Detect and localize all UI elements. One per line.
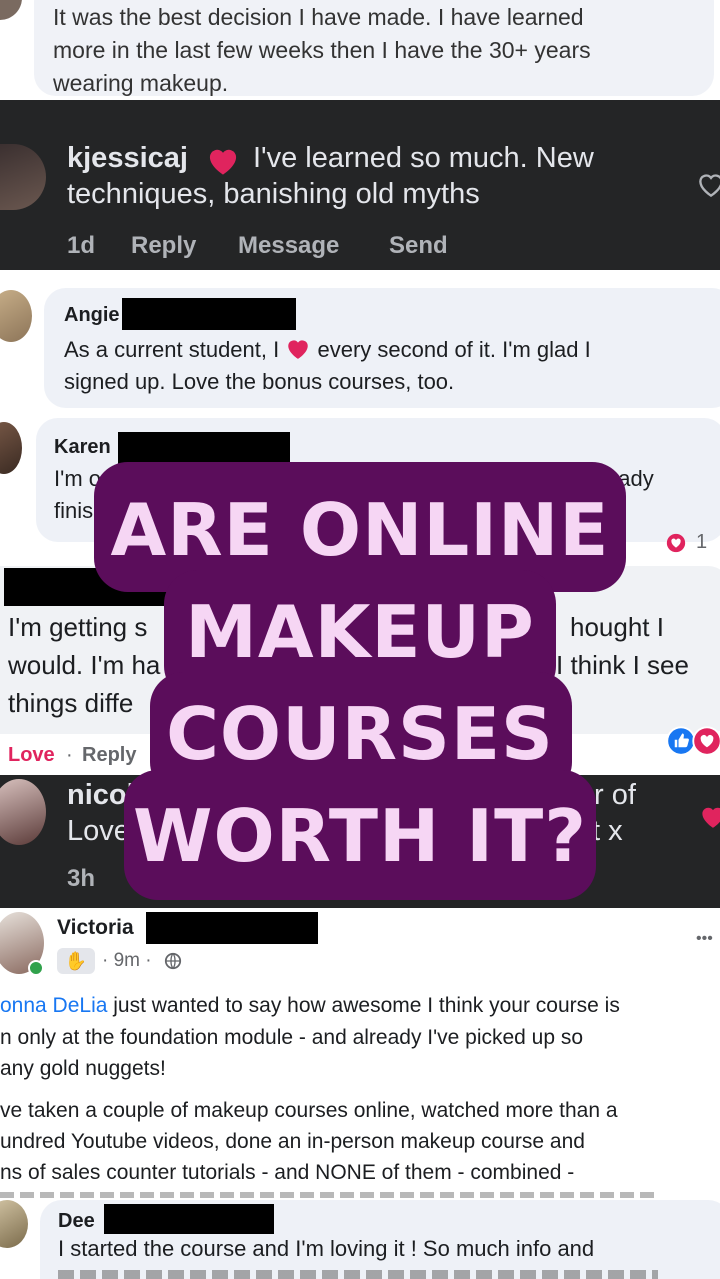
comment-panel-1: It was the best decision I have made. I …: [0, 0, 720, 100]
post-author[interactable]: Victoria: [57, 916, 134, 940]
mention-link[interactable]: onna DeLia: [0, 994, 107, 1017]
comment-text-segment: every second of it. I'm glad I: [317, 337, 591, 362]
heart-emoji-icon: [209, 149, 237, 175]
redaction-bar: [146, 912, 318, 944]
title-overlay-line: COURSES: [166, 692, 554, 776]
comment-text-line: techniques, banishing old myths: [67, 178, 480, 210]
title-overlay-line: ARE ONLINE: [110, 488, 610, 572]
comment-text-line: more in the last few weeks then I have t…: [53, 37, 591, 63]
post-time: · 9m ·: [102, 950, 152, 971]
post-text-line: undred Youtube videos, done an in-person…: [0, 1130, 585, 1153]
comment-author[interactable]: Angie: [64, 304, 120, 327]
redaction-bar: [118, 432, 290, 464]
comment-text-line: It was the best decision I have made. I …: [53, 4, 584, 30]
redaction-bar: [104, 1204, 274, 1234]
comment-text-segment: As a current student, I: [64, 337, 280, 362]
avatar: [0, 144, 46, 210]
cut-off-text-line: [58, 1270, 658, 1279]
avatar: [0, 422, 22, 474]
title-overlay-line: WORTH IT?: [133, 794, 587, 878]
comment-panel-8: Dee I started the course and I'm loving …: [0, 1198, 720, 1279]
comment-author[interactable]: Dee: [58, 1210, 95, 1233]
comment-panel-3: Angie As a current student, I every seco…: [0, 270, 720, 410]
comment-panel-2: kjessicaj I've learned so much. New tech…: [0, 100, 720, 270]
post-text-line: n only at the foundation module - and al…: [0, 1026, 584, 1049]
more-options-icon[interactable]: •••: [696, 930, 713, 948]
comment-text-line: wearing makeup.: [53, 70, 229, 96]
heart-emoji-icon: [288, 340, 309, 359]
comment-time: 1d: [67, 232, 96, 259]
comment-text-line: As a current student, I every second of …: [64, 336, 591, 363]
redaction-bar: [122, 298, 296, 330]
avatar: [0, 290, 32, 342]
post-text-line: ns of sales counter tutorials - and NONE…: [0, 1161, 575, 1184]
message-link[interactable]: Message: [238, 232, 339, 260]
comment-text-line: signed up. Love the bonus courses, too.: [64, 369, 455, 394]
globe-icon: [164, 952, 182, 970]
post-text-segment: just wanted to say how awesome I think y…: [107, 994, 620, 1017]
reply-link[interactable]: Reply: [131, 232, 196, 260]
comment-text-line: I started the course and I'm loving it !…: [58, 1236, 595, 1261]
title-overlay-line: MAKEUP: [185, 590, 535, 674]
comment-text-line: I've learned so much. New: [253, 142, 594, 174]
comment-author[interactable]: Karen: [54, 436, 111, 459]
send-link[interactable]: Send: [389, 232, 448, 260]
group-badge-icon: ✋: [57, 948, 95, 974]
post-text-line: ve taken a couple of makeup courses onli…: [0, 1099, 618, 1122]
post-panel: Victoria ✋ · 9m · ••• onna DeLia just wa…: [0, 908, 720, 1198]
post-text-line: any gold nuggets!: [0, 1057, 166, 1080]
avatar: [0, 1200, 28, 1248]
avatar: [0, 0, 22, 20]
post-text-line: onna DeLia just wanted to say how awesom…: [0, 994, 620, 1018]
like-heart-icon[interactable]: [696, 172, 720, 198]
online-status-dot: [28, 960, 44, 976]
comment-username[interactable]: kjessicaj: [67, 142, 188, 175]
